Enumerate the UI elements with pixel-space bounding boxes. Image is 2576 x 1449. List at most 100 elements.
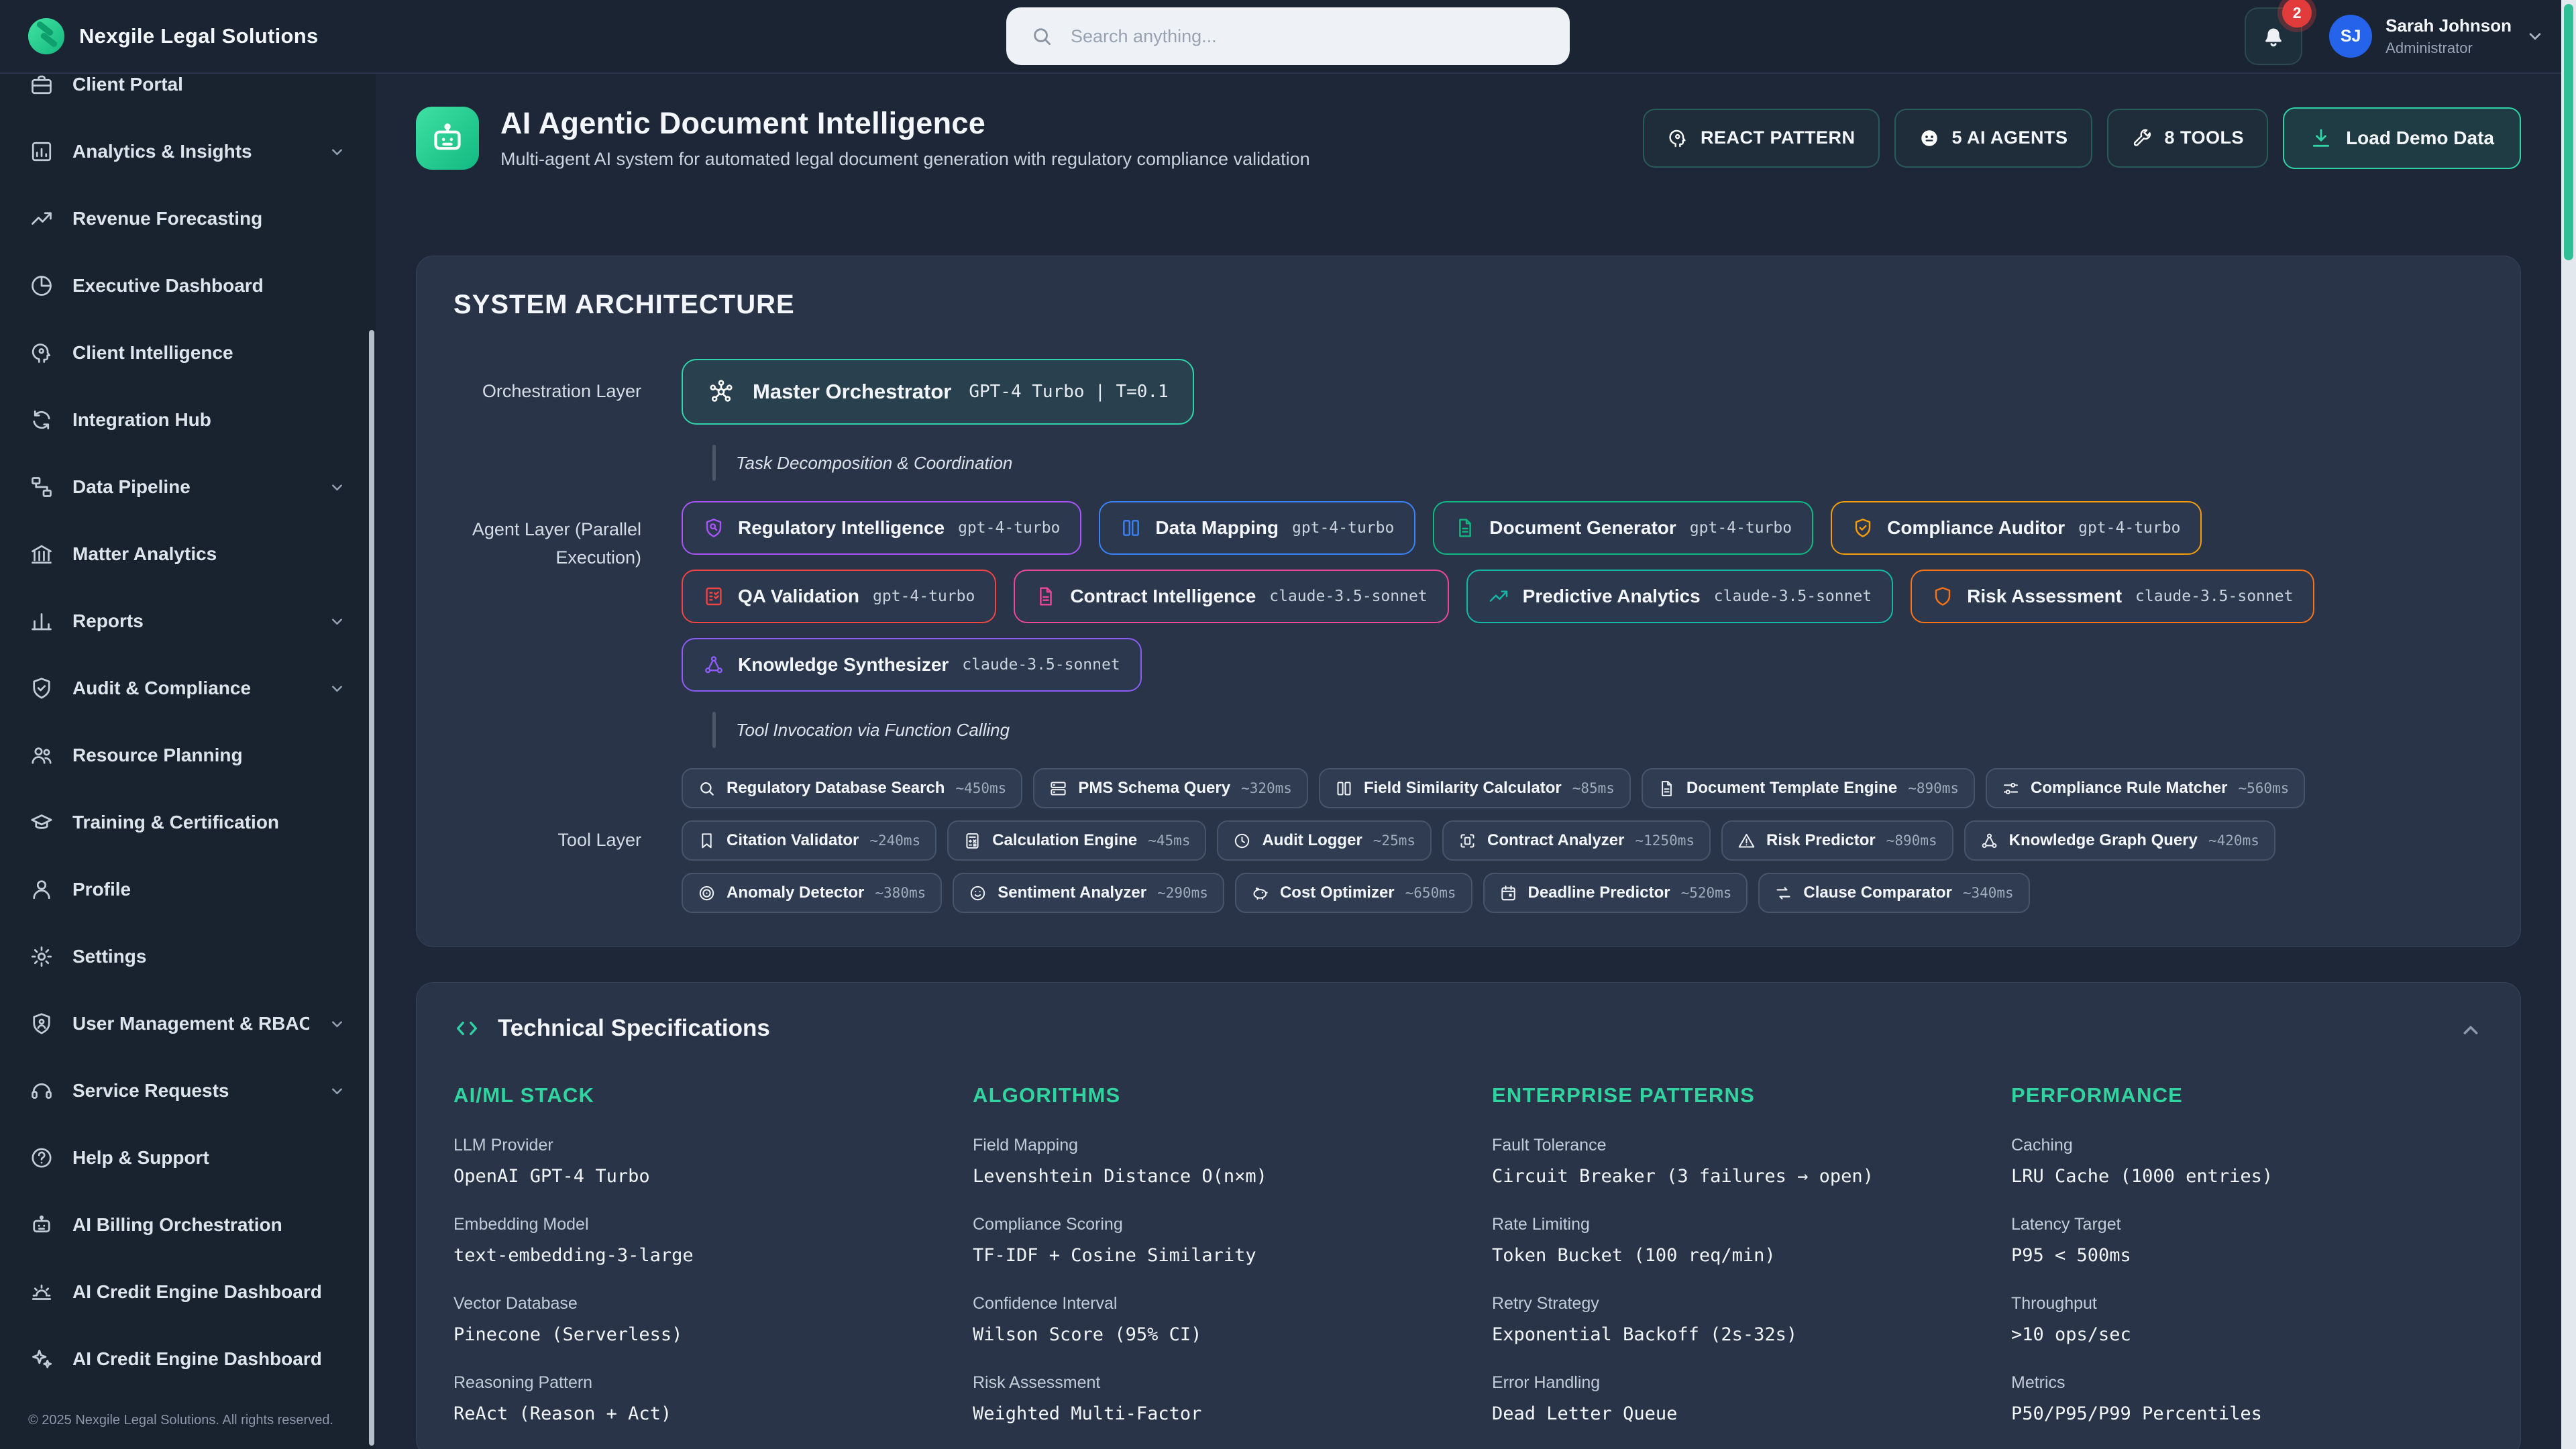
spec-item-label: Latency Target: [2011, 1215, 2483, 1234]
tool-latency: ~25ms: [1373, 833, 1415, 849]
tool-latency: ~890ms: [1908, 780, 1959, 796]
sidebar-item-label: AI Billing Orchestration: [72, 1214, 282, 1236]
agent-data-mapping: Data Mappinggpt-4-turbo: [1099, 501, 1415, 555]
sidebar-item-analytics-insights[interactable]: Analytics & Insights: [0, 118, 376, 185]
tool-field-similarity-calculator: Field Similarity Calculator ~85ms: [1319, 768, 1631, 808]
tool-latency: ~1250ms: [1635, 833, 1695, 849]
flow-tool-invocation: Tool Invocation via Function Calling: [682, 712, 2483, 748]
bell-icon: [2260, 23, 2287, 50]
tool-latency: ~650ms: [1405, 885, 1456, 901]
tool-latency: ~420ms: [2208, 833, 2259, 849]
shield-search-icon: [703, 517, 724, 539]
agent-layer-label: Agent Layer (Parallel Execution): [453, 501, 641, 572]
chevron-down-icon: [328, 143, 346, 161]
spec-item-label: Vector Database: [453, 1294, 926, 1313]
spec-item-value: LRU Cache (1000 entries): [2011, 1166, 2483, 1187]
sidebar-item-integration-hub[interactable]: Integration Hub: [0, 386, 376, 453]
sidebar-item-ai-credit-engine-dashboard[interactable]: AI Credit Engine Dashboard: [0, 1258, 376, 1326]
tool-name: Sentiment Analyzer: [998, 883, 1146, 902]
headset-icon: [30, 1079, 54, 1103]
agent-document-generator: Document Generatorgpt-4-turbo: [1433, 501, 1813, 555]
spec-columns: AI/ML STACKLLM ProviderOpenAI GPT-4 Turb…: [453, 1083, 2483, 1424]
sidebar-item-label: Matter Analytics: [72, 543, 217, 565]
sidebar-item-label: Data Pipeline: [72, 476, 191, 498]
system-architecture-card: SYSTEM ARCHITECTURE Orchestration Layer …: [416, 256, 2521, 947]
tool-name: PMS Schema Query: [1078, 779, 1230, 798]
scan-icon: [1458, 832, 1477, 850]
tool-latency: ~890ms: [1886, 833, 1937, 849]
tool-latency: ~85ms: [1572, 780, 1615, 796]
sidebar-item-training-certification[interactable]: Training & Certification: [0, 789, 376, 856]
tool-name: Citation Validator: [727, 831, 859, 850]
spec-item-value: Dead Letter Queue: [1492, 1403, 1964, 1424]
sidebar-item-revenue-forecasting[interactable]: Revenue Forecasting: [0, 185, 376, 252]
notification-count-badge: 2: [2282, 0, 2312, 28]
head-gear-icon: [1667, 127, 1688, 149]
page-scrollbar[interactable]: [2561, 0, 2576, 1449]
tool-name: Risk Predictor: [1766, 831, 1876, 850]
piggy-icon: [1251, 884, 1269, 902]
sidebar-item-settings[interactable]: Settings: [0, 923, 376, 990]
sidebar-item-client-portal[interactable]: Client Portal: [0, 74, 376, 118]
agent-name: Risk Assessment: [1967, 586, 2122, 607]
sidebar-item-matter-analytics[interactable]: Matter Analytics: [0, 521, 376, 588]
chevron-down-icon: [328, 1082, 346, 1100]
sidebar-item-executive-dashboard[interactable]: Executive Dashboard: [0, 252, 376, 319]
grad-cap-icon: [30, 810, 54, 835]
user-menu[interactable]: SJ Sarah Johnson Administrator: [2329, 15, 2545, 58]
spec-column-heading: PERFORMANCE: [2011, 1083, 2483, 1108]
flow-label: Task Decomposition & Coordination: [736, 453, 1012, 474]
spec-item-label: Metrics: [2011, 1373, 2483, 1393]
badge-react-pattern: REACT PATTERN: [1643, 109, 1880, 168]
sidebar-item-label: AI Credit Engine Dashboard: [72, 1281, 322, 1303]
head-gear-icon: [30, 341, 54, 365]
tool-latency: ~560ms: [2238, 780, 2289, 796]
tool-name: Field Similarity Calculator: [1364, 779, 1562, 798]
user-role: Administrator: [2385, 40, 2512, 57]
sidebar-item-help-support[interactable]: Help & Support: [0, 1124, 376, 1191]
spec-item-label: Embedding Model: [453, 1215, 926, 1234]
agent-name: Regulatory Intelligence: [738, 517, 945, 539]
agent-layer: Regulatory Intelligencegpt-4-turboData M…: [682, 501, 2483, 692]
tool-name: Anomaly Detector: [727, 883, 864, 902]
spec-column-enterprise-patterns: ENTERPRISE PATTERNSFault ToleranceCircui…: [1492, 1083, 1964, 1424]
spec-item-value: Circuit Breaker (3 failures → open): [1492, 1166, 1964, 1187]
search-input[interactable]: [1071, 26, 1546, 47]
notifications-button[interactable]: 2: [2245, 7, 2302, 65]
agent-name: QA Validation: [738, 586, 859, 607]
sidebar-item-ai-billing-orchestration[interactable]: AI Billing Orchestration: [0, 1191, 376, 1258]
gear-icon: [30, 945, 54, 969]
sidebar-item-audit-compliance[interactable]: Audit & Compliance: [0, 655, 376, 722]
sidebar-footer: © 2025 Nexgile Legal Solutions. All righ…: [0, 1393, 376, 1428]
spec-item-value: Exponential Backoff (2s-32s): [1492, 1324, 1964, 1345]
sidebar-item-label: Help & Support: [72, 1147, 209, 1169]
trend-up-icon: [1488, 586, 1509, 607]
sidebar-item-label: User Management & RBAC: [72, 1013, 309, 1034]
sidebar-item-resource-planning[interactable]: Resource Planning: [0, 722, 376, 789]
spec-item-label: Compliance Scoring: [973, 1215, 1445, 1234]
chevron-up-icon[interactable]: [2458, 1018, 2483, 1043]
spec-item-value: Wilson Score (95% CI): [973, 1324, 1445, 1345]
sidebar-item-label: Resource Planning: [72, 745, 243, 766]
sidebar-item-service-requests[interactable]: Service Requests: [0, 1057, 376, 1124]
sidebar-scrollbar[interactable]: [369, 330, 374, 1446]
badge-label: REACT PATTERN: [1701, 127, 1856, 148]
sidebar-item-user-management-rbac[interactable]: User Management & RBAC: [0, 990, 376, 1057]
page-scrollbar-thumb[interactable]: [2564, 4, 2573, 260]
sidebar-item-profile[interactable]: Profile: [0, 856, 376, 923]
tool-latency: ~290ms: [1157, 885, 1208, 901]
search-icon: [1030, 25, 1053, 48]
sidebar-item-ai-credit-engine-dashboard[interactable]: AI Credit Engine Dashboard: [0, 1326, 376, 1393]
agent-risk-assessment: Risk Assessmentclaude-3.5-sonnet: [1911, 570, 2314, 623]
briefcase-icon: [30, 74, 54, 97]
load-demo-data-button[interactable]: Load Demo Data: [2283, 107, 2521, 169]
search-bar[interactable]: [1006, 7, 1570, 65]
sidebar-item-data-pipeline[interactable]: Data Pipeline: [0, 453, 376, 521]
tool-pms-schema-query: PMS Schema Query~320ms: [1033, 768, 1308, 808]
spec-item-value: Token Bucket (100 req/min): [1492, 1245, 1964, 1266]
doc-icon: [1454, 517, 1476, 539]
sidebar-item-client-intelligence[interactable]: Client Intelligence: [0, 319, 376, 386]
tool-layer: Regulatory Database Search~450ms PMS Sche…: [682, 768, 2483, 913]
tool-regulatory-database-search: Regulatory Database Search~450ms: [682, 768, 1022, 808]
sidebar-item-reports[interactable]: Reports: [0, 588, 376, 655]
